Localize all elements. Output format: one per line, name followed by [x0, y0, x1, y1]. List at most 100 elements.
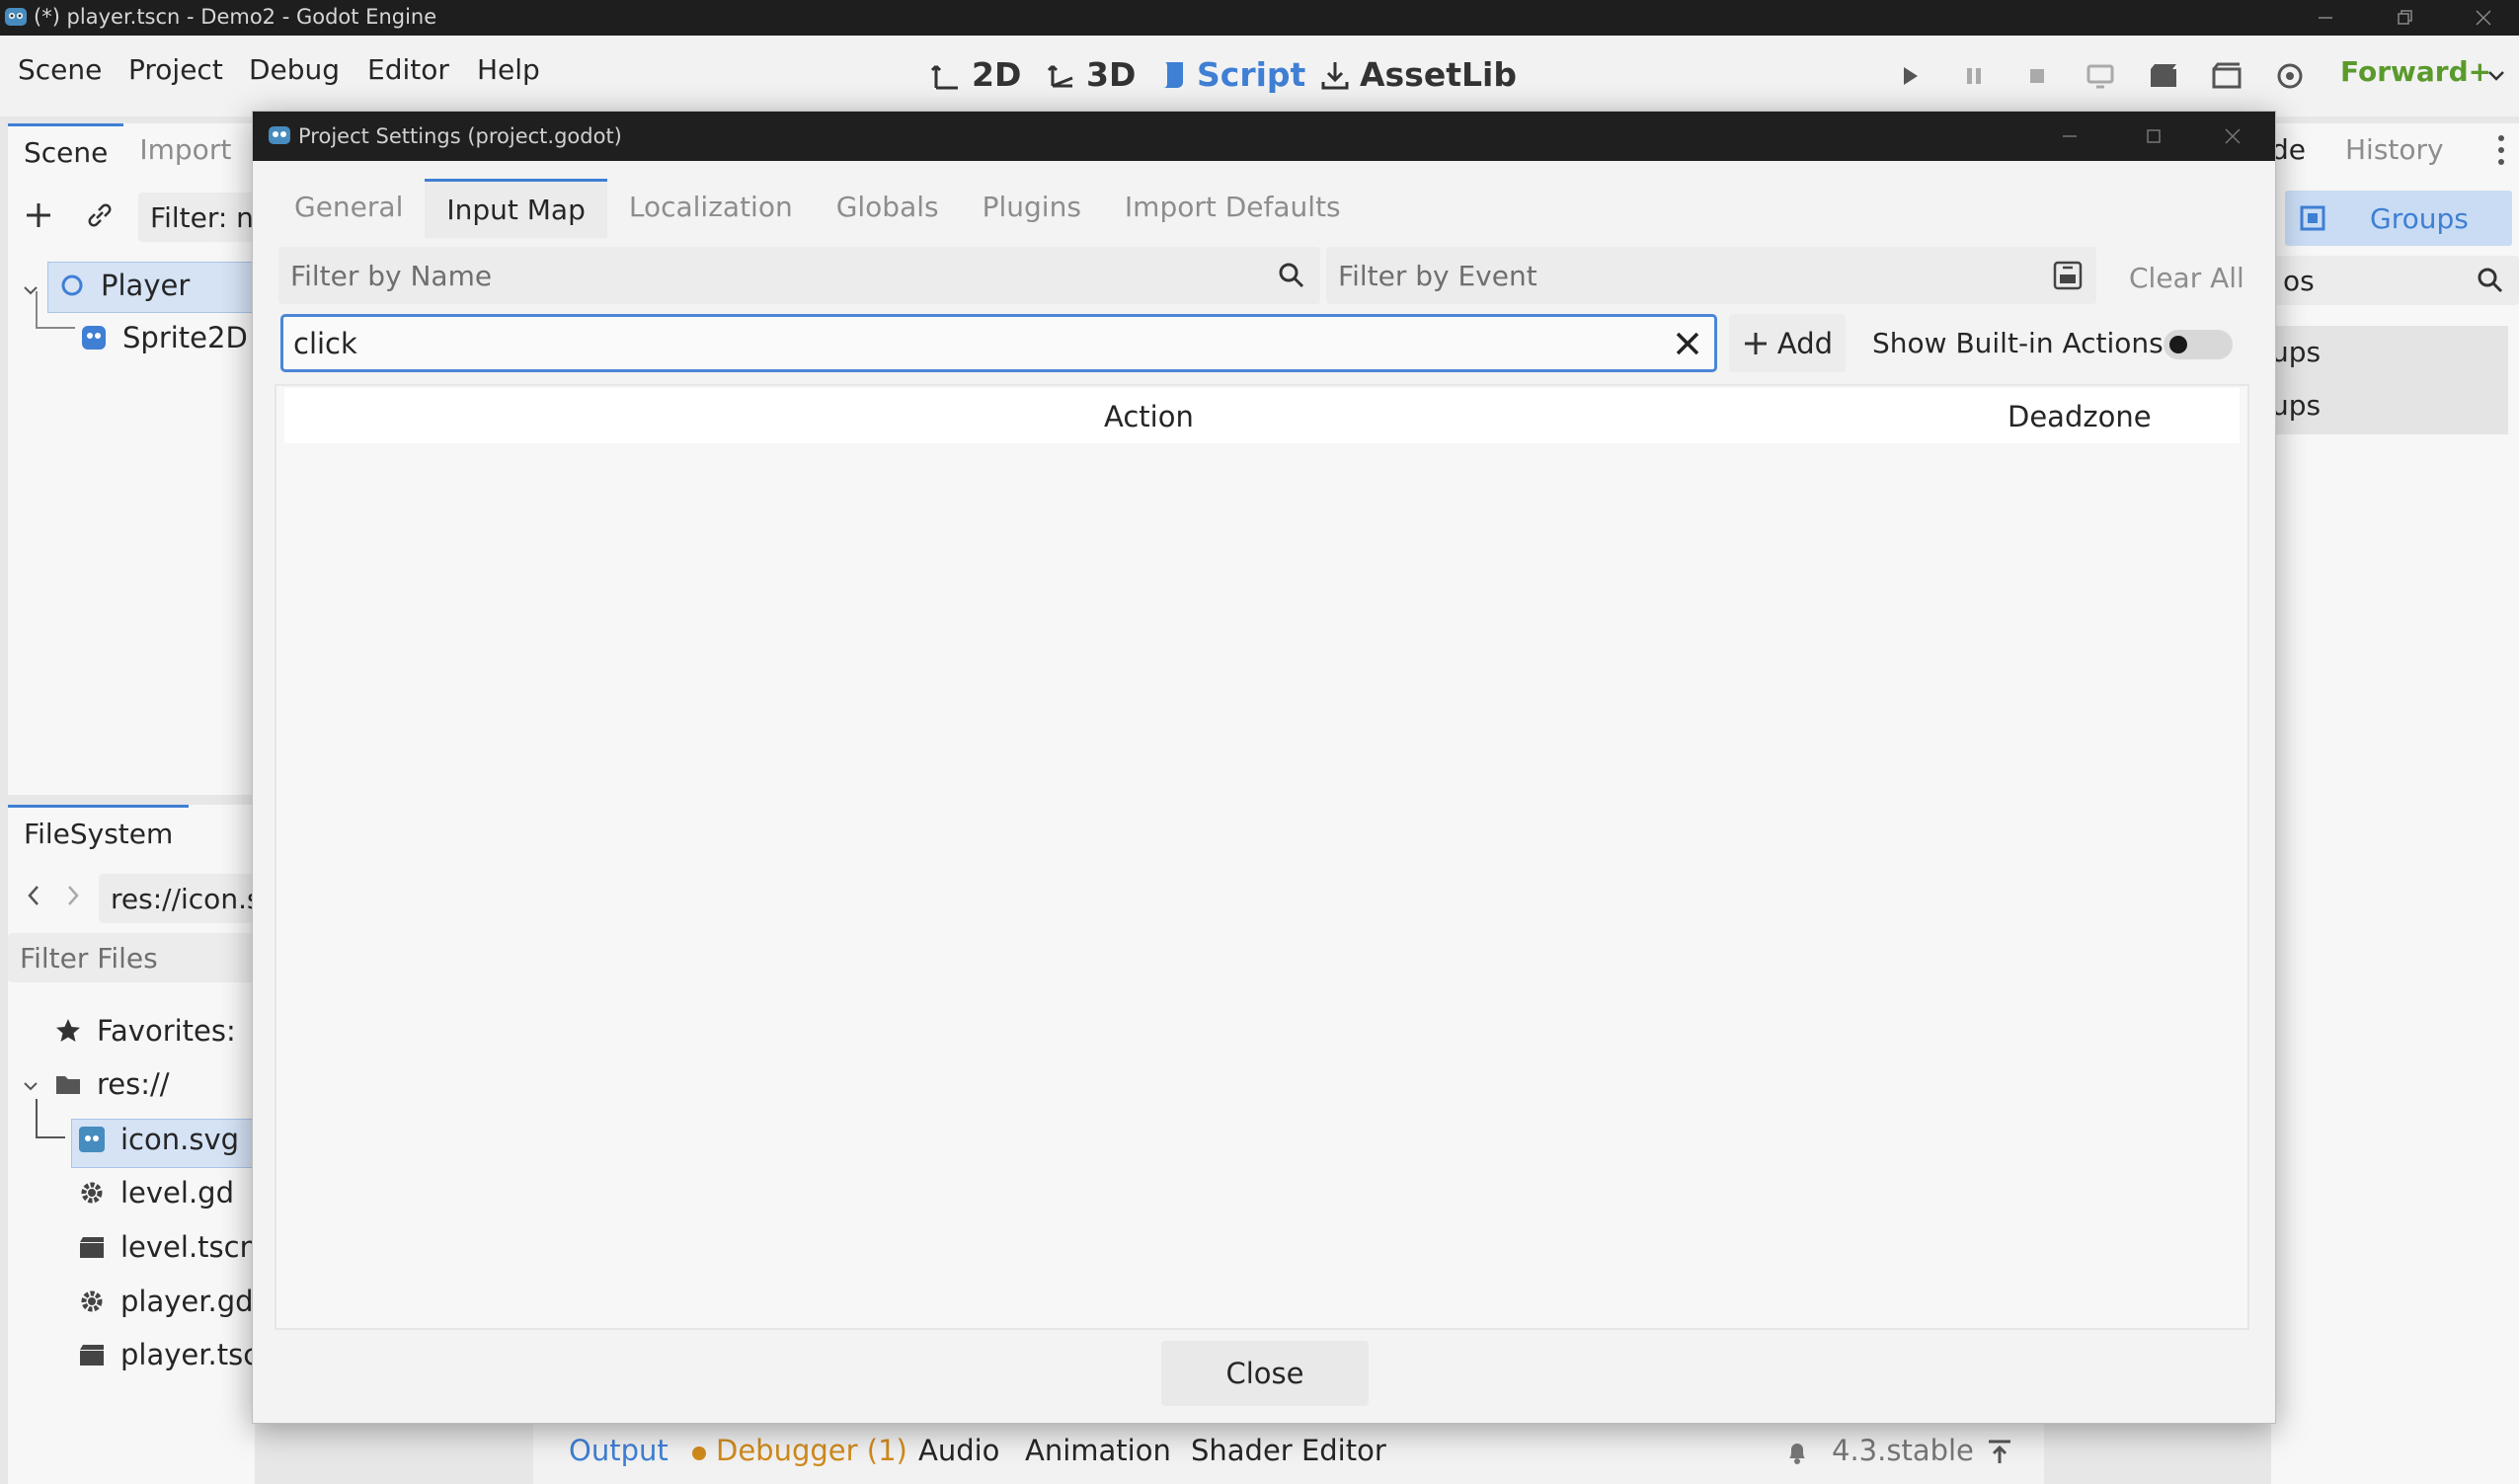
- node-player[interactable]: Player: [57, 269, 190, 302]
- chevron-left-icon[interactable]: [24, 884, 43, 907]
- restore-icon: [2398, 10, 2412, 25]
- menu-editor[interactable]: Editor: [367, 53, 449, 86]
- more-icon[interactable]: [2496, 133, 2506, 167]
- tab-general[interactable]: General: [273, 179, 425, 238]
- menu-help[interactable]: Help: [477, 53, 540, 86]
- play-icon[interactable]: [1891, 57, 1929, 95]
- clear-icon[interactable]: [1673, 329, 1702, 358]
- add-action-label: Add: [1776, 326, 1834, 360]
- file-label: level.gd: [120, 1176, 234, 1210]
- workspace-3d-button[interactable]: 3D: [1045, 55, 1136, 94]
- tab-animation[interactable]: Animation: [1025, 1434, 1171, 1467]
- groups-label: Groups: [2370, 202, 2469, 235]
- tab-localization[interactable]: Localization: [607, 179, 815, 238]
- file-row[interactable]: icon.svg: [77, 1123, 239, 1156]
- node-sprite2d-label: Sprite2D: [122, 321, 248, 354]
- tab-shader-editor[interactable]: Shader Editor: [1191, 1434, 1386, 1467]
- filter-files-input[interactable]: Filter Files: [8, 933, 267, 982]
- file-row[interactable]: player.tscr: [77, 1338, 271, 1371]
- tab-import-defaults[interactable]: Import Defaults: [1103, 179, 1363, 238]
- pause-icon[interactable]: [1955, 57, 1993, 95]
- tab-import[interactable]: Import: [123, 123, 247, 179]
- workspace-assetlib-button[interactable]: AssetLib: [1318, 55, 1517, 94]
- tab-input-map[interactable]: Input Map: [425, 179, 607, 238]
- renderer-selector[interactable]: Forward+: [2340, 55, 2491, 88]
- clear-all-button[interactable]: Clear All: [2129, 262, 2244, 294]
- file-row[interactable]: level.tscn: [77, 1230, 258, 1264]
- group-item[interactable]: ups: [2271, 389, 2321, 422]
- keyboard-icon[interactable]: [2051, 259, 2085, 292]
- tree-line: [36, 291, 38, 329]
- workspace-2d-button[interactable]: 2D: [930, 55, 1021, 94]
- filter-by-event-input[interactable]: Filter by Event: [1326, 247, 2096, 304]
- tab-output[interactable]: Output: [569, 1434, 669, 1467]
- tab-filesystem[interactable]: FileSystem: [8, 805, 190, 860]
- chevron-down-icon[interactable]: [22, 1077, 39, 1095]
- menu-scene[interactable]: Scene: [18, 53, 102, 86]
- tab-scene[interactable]: Scene: [8, 123, 124, 179]
- file-row[interactable]: level.gd: [77, 1176, 234, 1210]
- play-scene-icon[interactable]: [2145, 57, 2182, 95]
- tab-globals[interactable]: Globals: [815, 179, 961, 238]
- column-deadzone[interactable]: Deadzone: [2007, 400, 2152, 433]
- file-label: player.tscr: [120, 1338, 272, 1371]
- tab-history[interactable]: History: [2345, 133, 2444, 166]
- menu-project[interactable]: Project: [128, 53, 223, 86]
- tree-line: [36, 327, 75, 329]
- groups-button[interactable]: Groups: [2285, 191, 2512, 246]
- gear-icon: [81, 1290, 103, 1312]
- godot-icon: [79, 1127, 105, 1152]
- folder-icon: [56, 1076, 80, 1094]
- tab-audio[interactable]: Audio: [918, 1434, 999, 1467]
- close-window-button[interactable]: [2444, 0, 2519, 36]
- movie-maker-icon[interactable]: [2271, 57, 2309, 95]
- close-icon: [2476, 10, 2491, 26]
- close-button[interactable]: Close: [1161, 1341, 1369, 1406]
- menu-debug[interactable]: Debug: [249, 53, 340, 86]
- search-icon: [2478, 268, 2503, 293]
- play-custom-icon[interactable]: [2208, 57, 2245, 95]
- show-builtin-toggle[interactable]: [2164, 330, 2233, 359]
- filter-by-name-input[interactable]: Filter by Name: [278, 247, 1320, 304]
- restore-button[interactable]: [2365, 0, 2444, 36]
- dialog-maximize-button[interactable]: [2114, 112, 2193, 161]
- group-item[interactable]: ups: [2271, 336, 2321, 368]
- file-label: icon.svg: [120, 1123, 240, 1156]
- dialog-close-x-button[interactable]: [2193, 112, 2272, 161]
- tab-plugins[interactable]: Plugins: [961, 179, 1103, 238]
- res-root-row[interactable]: res://: [53, 1067, 170, 1101]
- tab-node[interactable]: de: [2271, 133, 2306, 166]
- remote-debug-icon[interactable]: [2082, 57, 2119, 95]
- add-action-input[interactable]: click: [280, 314, 1717, 372]
- column-action[interactable]: Action: [1104, 400, 1194, 433]
- workspace-assetlib-label: AssetLib: [1360, 55, 1517, 94]
- chevron-right-icon[interactable]: [63, 884, 83, 907]
- chevron-down-icon[interactable]: [2486, 65, 2506, 85]
- gear-icon: [81, 1182, 103, 1204]
- actions-table-header: Action Deadzone: [284, 388, 2240, 443]
- filesystem-path[interactable]: res://icon.sv: [99, 874, 277, 923]
- bell-icon[interactable]: [1782, 1438, 1812, 1467]
- file-row[interactable]: player.gd: [77, 1285, 254, 1318]
- link-icon[interactable]: [85, 200, 115, 230]
- expand-panel-icon[interactable]: [1985, 1438, 2014, 1467]
- dialog-titlebar: Project Settings (project.godot): [253, 112, 2275, 161]
- minimize-button[interactable]: [2286, 0, 2365, 36]
- dialog-minimize-button[interactable]: [2030, 112, 2109, 161]
- sprite2d-icon: [82, 326, 106, 350]
- node-sprite2d[interactable]: Sprite2D: [79, 321, 248, 354]
- stop-icon[interactable]: [2018, 57, 2056, 95]
- 2d-icon: [930, 64, 958, 89]
- debugger-status-dot: [692, 1446, 706, 1460]
- tab-debugger[interactable]: Debugger (1): [716, 1434, 907, 1467]
- favorites-row[interactable]: Favorites:: [53, 1014, 236, 1048]
- scene-filter-input[interactable]: Filter: n: [138, 193, 267, 242]
- workspace-script-button[interactable]: Script: [1155, 55, 1305, 94]
- plus-icon: [1744, 332, 1767, 354]
- node2d-icon: [61, 274, 83, 296]
- script-icon: [1163, 61, 1183, 88]
- add-action-button[interactable]: Add: [1729, 314, 1846, 372]
- groups-filter-input[interactable]: os: [2271, 256, 2519, 305]
- add-node-icon[interactable]: [24, 200, 53, 230]
- minimize-icon: [2319, 17, 2332, 19]
